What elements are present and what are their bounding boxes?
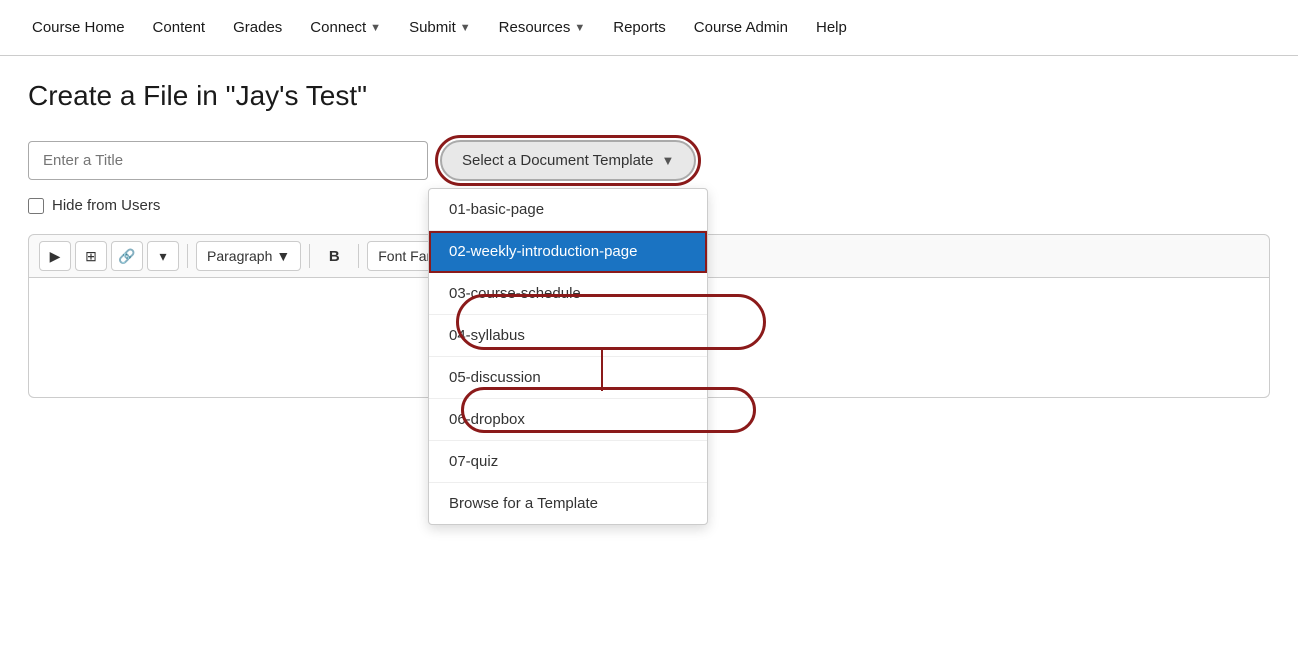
template-button-label: Select a Document Template [462, 152, 654, 169]
paragraph-chevron-icon: ▼ [276, 248, 290, 264]
nav-reports[interactable]: Reports [601, 11, 678, 44]
nav-submit[interactable]: Submit ▼ [397, 11, 483, 44]
nav-course-home[interactable]: Course Home [20, 11, 137, 44]
submit-chevron-icon: ▼ [460, 22, 471, 34]
page-title: Create a File in "Jay's Test" [28, 80, 1270, 112]
dropdown-item-4[interactable]: 05-discussion [429, 357, 707, 399]
toolbar-media-button[interactable]: ▶ [39, 241, 71, 271]
bold-button[interactable]: B [318, 241, 350, 271]
dropdown-item-2[interactable]: 03-course-schedule [429, 273, 707, 315]
template-chevron-icon: ▼ [662, 153, 675, 168]
dropdown-item-5[interactable]: 06-dropbox [429, 399, 707, 441]
nav-resources[interactable]: Resources ▼ [487, 11, 598, 44]
connect-chevron-icon: ▼ [370, 22, 381, 34]
toolbar-more-insert-button[interactable]: ▾ [147, 241, 179, 271]
dropdown-item-3[interactable]: 04-syllabus [429, 315, 707, 357]
hide-label: Hide from Users [52, 197, 160, 214]
form-row: Select a Document Template ▼ 01-basic-pa… [28, 140, 1270, 181]
dropdown-item-1[interactable]: 02-weekly-introduction-page [429, 231, 707, 273]
hide-checkbox[interactable] [28, 198, 44, 214]
navigation: Course Home Content Grades Connect ▼ Sub… [0, 0, 1298, 56]
resources-chevron-icon: ▼ [574, 22, 585, 34]
template-dropdown: 01-basic-page02-weekly-introduction-page… [428, 188, 708, 525]
paragraph-select[interactable]: Paragraph ▼ [196, 241, 301, 271]
toolbar-image-button[interactable]: ⊞ [75, 241, 107, 271]
title-input[interactable] [28, 141, 428, 180]
toolbar-separator-2 [309, 244, 310, 268]
toolbar-separator-1 [187, 244, 188, 268]
nav-content[interactable]: Content [141, 11, 218, 44]
toolbar-separator-3 [358, 244, 359, 268]
page-content: Create a File in "Jay's Test" Select a D… [0, 56, 1298, 422]
dropdown-item-7[interactable]: Browse for a Template [429, 483, 707, 524]
nav-help[interactable]: Help [804, 11, 859, 44]
nav-course-admin[interactable]: Course Admin [682, 11, 800, 44]
dropdown-item-0[interactable]: 01-basic-page [429, 189, 707, 231]
nav-connect[interactable]: Connect ▼ [298, 11, 393, 44]
nav-grades[interactable]: Grades [221, 11, 294, 44]
toolbar-link-button[interactable]: 🔗 [111, 241, 143, 271]
template-dropdown-button[interactable]: Select a Document Template ▼ [440, 140, 696, 181]
dropdown-item-6[interactable]: 07-quiz [429, 441, 707, 483]
